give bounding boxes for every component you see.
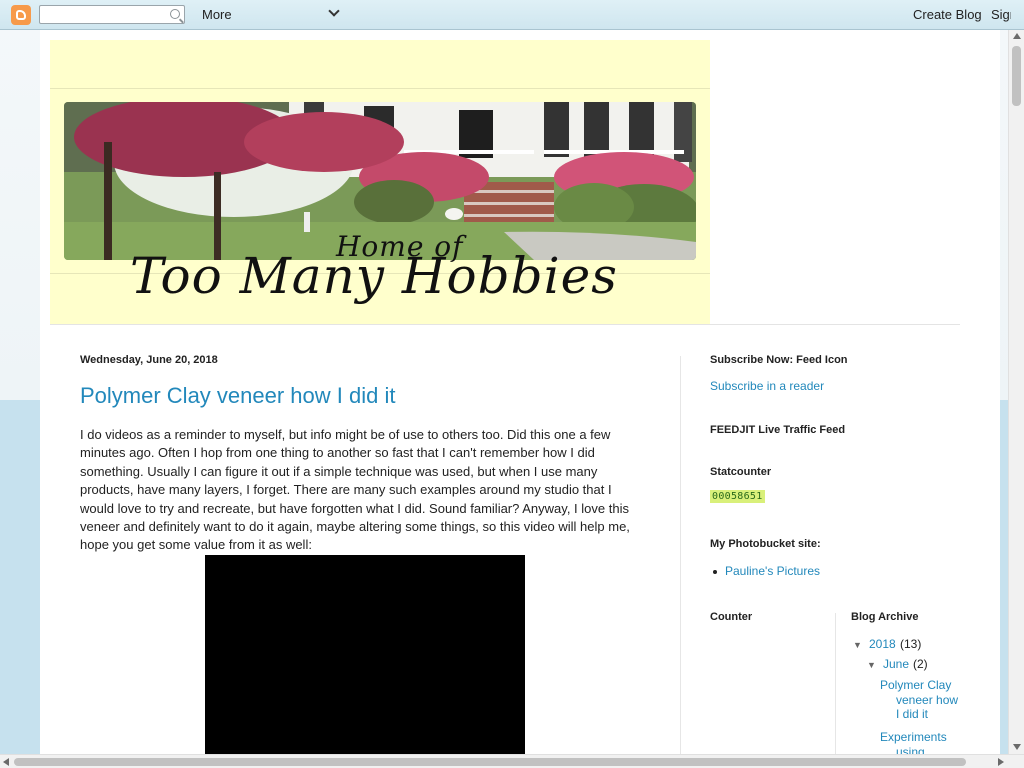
scroll-left-arrow-icon[interactable] (3, 758, 9, 766)
vertical-scroll-thumb[interactable] (1012, 46, 1021, 106)
counter-heading: Counter (710, 611, 753, 623)
header-bottom-rule (50, 324, 960, 325)
post-line: hope you get some value from it as well: (80, 537, 312, 553)
archive-post-link[interactable]: Experiments using (880, 730, 964, 754)
header-divider (50, 88, 710, 89)
search-icon[interactable] (170, 9, 180, 19)
post-line: veneer and definitely want to do it agai… (80, 519, 630, 535)
post-body: I do videos as a reminder to myself, but… (80, 426, 650, 555)
embedded-video[interactable] (205, 555, 525, 754)
archive-year-count: (13) (900, 637, 922, 651)
horizontal-scrollbar[interactable] (0, 754, 1024, 768)
post-line: I do videos as a reminder to myself, but… (80, 427, 611, 442)
create-blog-link[interactable]: Create Blog (913, 7, 982, 22)
subscribe-heading: Subscribe Now: Feed Icon (710, 354, 848, 366)
feedjit-heading: FEEDJIT Live Traffic Feed (710, 424, 846, 436)
expand-triangle-icon[interactable]: ▼ (867, 660, 876, 670)
blog-title[interactable]: Too Many Hobbies (130, 247, 618, 305)
archive-post-link[interactable]: Polymer Clay veneer how I did it (880, 678, 964, 722)
scroll-right-arrow-icon[interactable] (998, 758, 1004, 766)
blogger-navbar: More Create Blog Sign In (0, 0, 1024, 30)
column-divider (680, 356, 681, 754)
subscribe-link[interactable]: Subscribe in a reader (710, 379, 824, 393)
post-line: minutes ago. Often I hop from one thing … (80, 445, 595, 461)
archive-month-count: (2) (913, 657, 928, 671)
sign-in-link[interactable]: Sign In (991, 7, 1011, 22)
photobucket-heading: My Photobucket site: (710, 538, 821, 550)
post-line: something. Usually I can figure it out i… (80, 463, 598, 479)
scroll-up-arrow-icon[interactable] (1013, 33, 1021, 39)
sidebar-divider (835, 613, 836, 754)
archive-year-link[interactable]: 2018 (869, 637, 896, 651)
blog-archive-heading: Blog Archive (851, 611, 919, 623)
more-menu-label[interactable]: More (202, 7, 232, 22)
archive-month-link[interactable]: June (883, 657, 909, 671)
blog-content: Home of Too Many Hobbies Wednesday, June… (40, 30, 1000, 754)
post-line: would love to try and recreate, but have… (80, 500, 629, 516)
statcounter-badge[interactable]: 00058651 (710, 490, 765, 503)
search-input[interactable] (39, 5, 185, 24)
expand-triangle-icon[interactable]: ▼ (853, 640, 862, 650)
chevron-down-icon[interactable] (328, 5, 340, 17)
post-title-link[interactable]: Polymer Clay veneer how I did it (80, 383, 395, 409)
list-bullet (713, 570, 717, 574)
blogger-logo-icon[interactable] (11, 5, 31, 25)
post-line: products, have many layers, I forget. Th… (80, 482, 612, 498)
photobucket-link[interactable]: Pauline's Pictures (725, 564, 820, 578)
post-date: Wednesday, June 20, 2018 (80, 354, 218, 366)
horizontal-scroll-thumb[interactable] (14, 758, 966, 766)
statcounter-heading: Statcounter (710, 466, 772, 478)
vertical-scrollbar[interactable] (1008, 30, 1024, 754)
scroll-down-arrow-icon[interactable] (1013, 744, 1021, 750)
